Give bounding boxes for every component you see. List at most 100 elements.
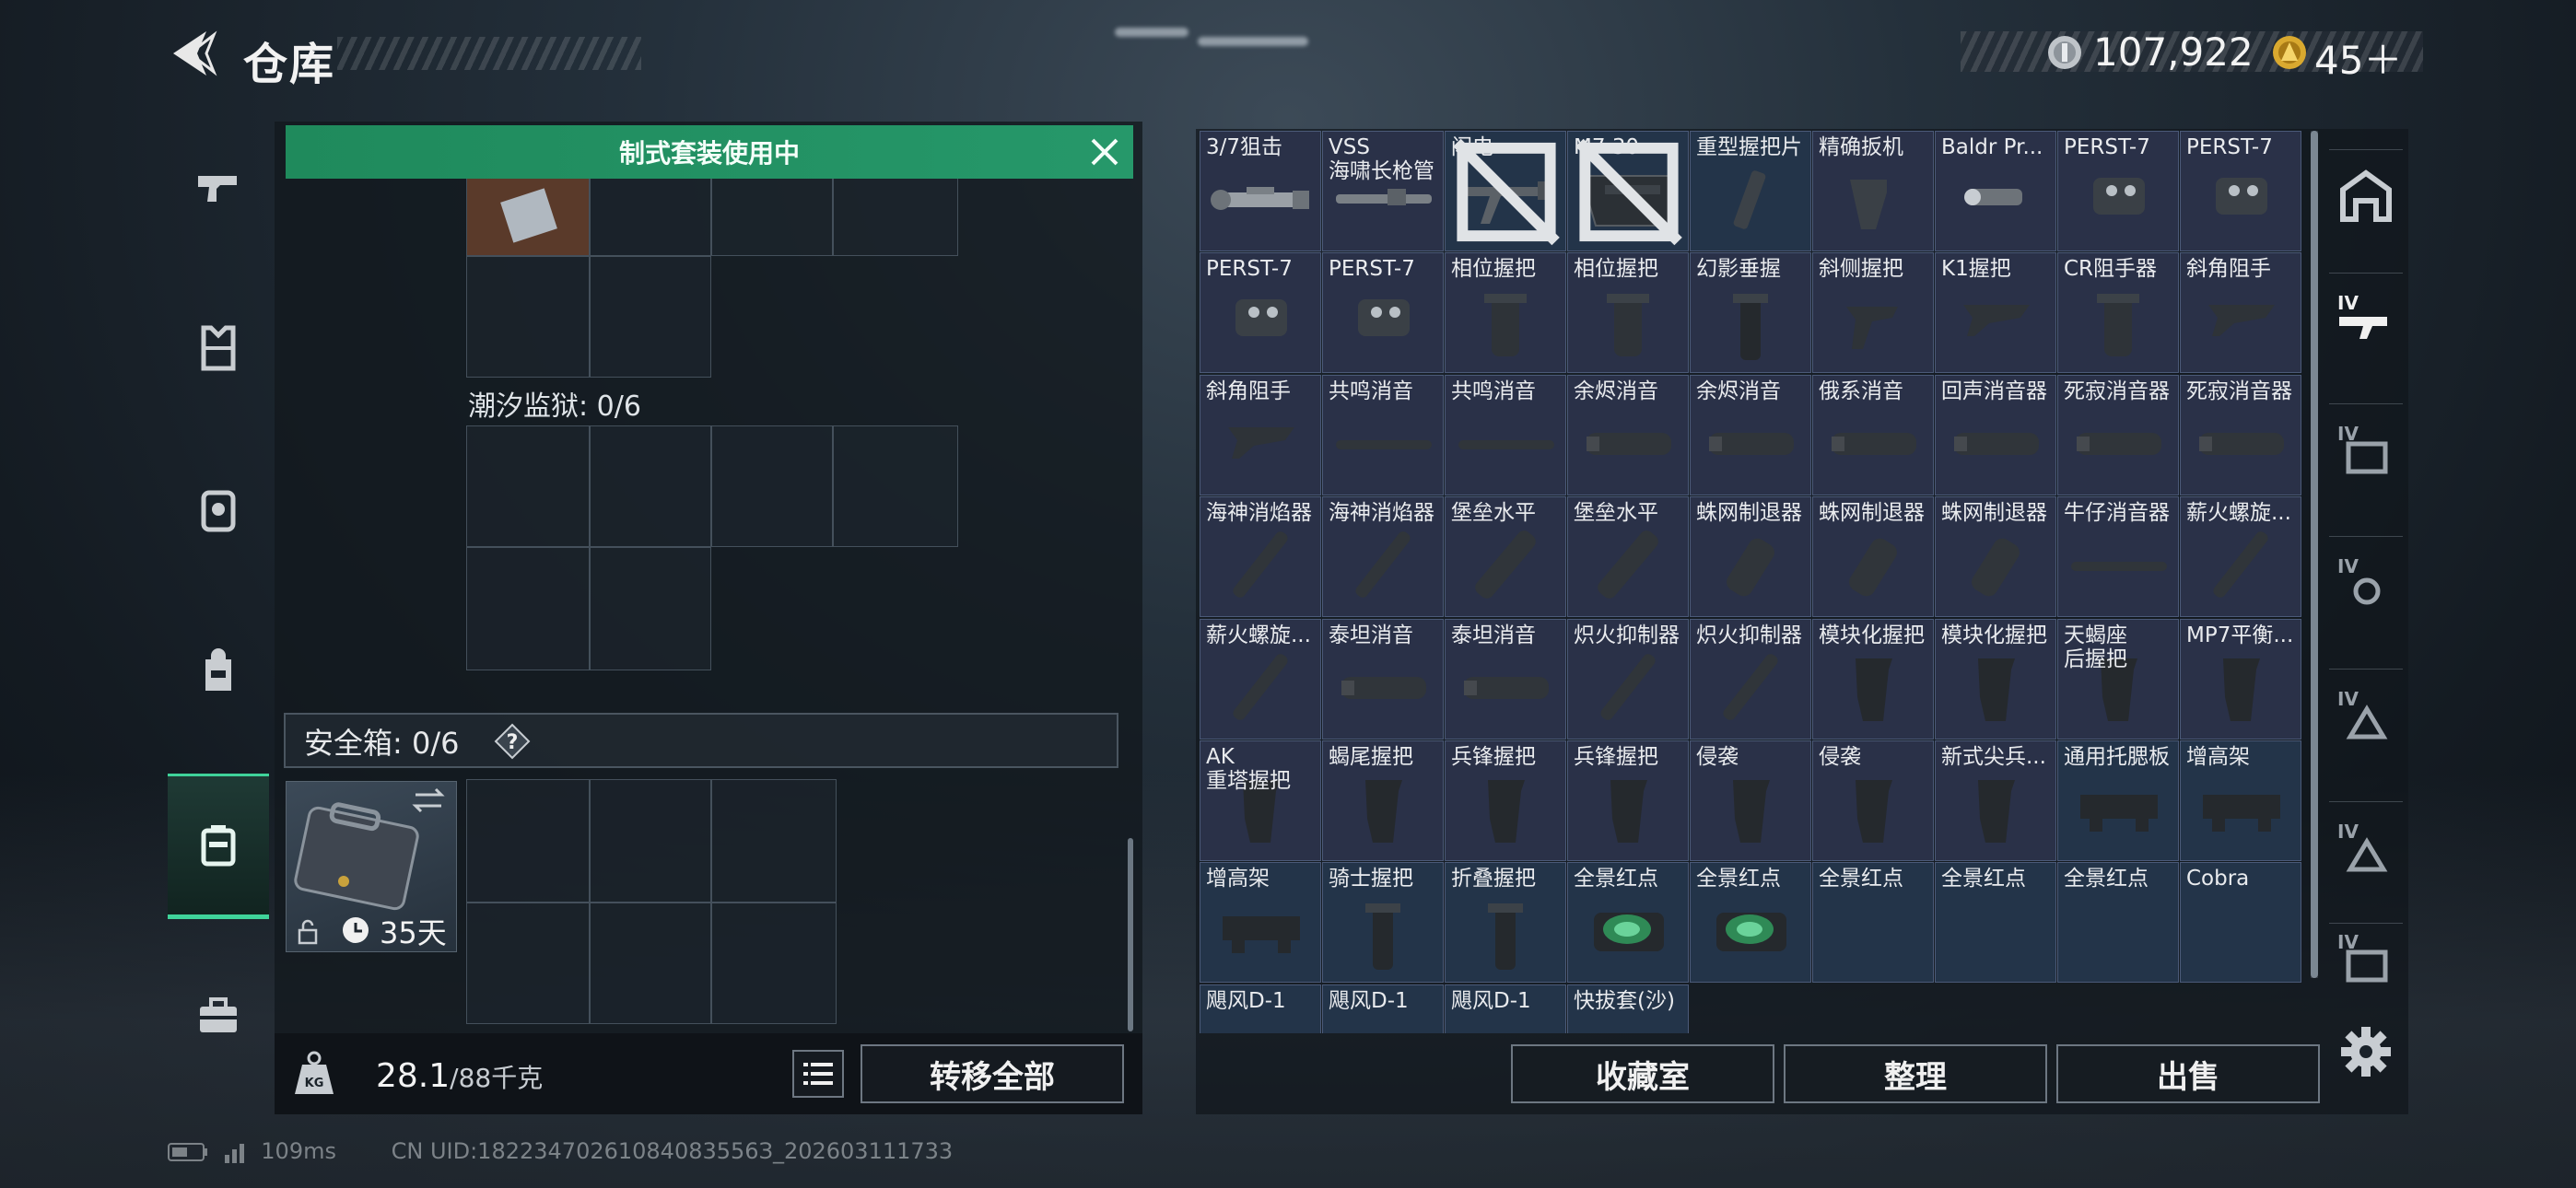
stash-item[interactable]: K1握把: [1935, 252, 2056, 374]
inventory-slot[interactable]: [590, 547, 711, 670]
stash-item[interactable]: 蛛网制退器: [1690, 496, 1811, 618]
stash-item[interactable]: 3/7狙击: [1200, 131, 1321, 251]
stash-tab-5[interactable]: IV: [2329, 669, 2403, 762]
stash-item[interactable]: 全景红点: [2057, 862, 2179, 984]
stash-item[interactable]: 全景红点: [1935, 862, 2056, 984]
stash-item[interactable]: 蛛网制退器: [1935, 496, 2056, 618]
stash-item[interactable]: 飓风D-1: [1322, 984, 1444, 1033]
stash-item[interactable]: 斜角阻手: [1200, 374, 1321, 495]
stash-item[interactable]: MP7平衡...: [2180, 618, 2301, 740]
stash-item[interactable]: 余烬消音: [1567, 374, 1689, 495]
stash-item[interactable]: PERST-7: [2180, 131, 2301, 251]
stash-tab-6[interactable]: IV: [2329, 801, 2403, 894]
stash-item[interactable]: 全景红点: [1567, 862, 1689, 984]
stash-item[interactable]: 斜角阻手: [2180, 252, 2301, 374]
stash-item[interactable]: 增高架: [1200, 862, 1321, 984]
stash-tab-7[interactable]: IV: [2329, 923, 2403, 994]
stash-item[interactable]: 堡垒水平: [1445, 496, 1566, 618]
stash-item[interactable]: 模块化握把: [1935, 618, 2056, 740]
stash-item[interactable]: 相位握把: [1445, 252, 1566, 374]
transfer-all-button[interactable]: 转移全部: [861, 1044, 1124, 1103]
stash-item[interactable]: 相位握把: [1567, 252, 1689, 374]
stash-item[interactable]: 蝎尾握把: [1322, 740, 1444, 861]
stash-item[interactable]: 薪火螺旋...: [1200, 618, 1321, 740]
stash-item[interactable]: 炽火抑制器: [1690, 618, 1811, 740]
stash-item[interactable]: 兵锋握把: [1567, 740, 1689, 861]
inventory-slot[interactable]: [590, 256, 711, 378]
stash-item[interactable]: 兵锋握把: [1445, 740, 1566, 861]
inventory-slot[interactable]: [466, 256, 590, 378]
stash-item[interactable]: 薪火螺旋...: [2180, 496, 2301, 618]
stash-scrollbar[interactable]: [2311, 131, 2318, 978]
stash-item[interactable]: 海神消焰器: [1322, 496, 1444, 618]
stash-item[interactable]: 精确扳机: [1812, 131, 1934, 251]
stash-item[interactable]: 幻影垂握: [1690, 252, 1811, 374]
help-icon[interactable]: ?: [494, 723, 531, 760]
stash-item[interactable]: 通用托腮板: [2057, 740, 2179, 861]
stash-item[interactable]: PERST-7: [1200, 252, 1321, 374]
stash-item[interactable]: 全景红点: [1690, 862, 1811, 984]
loadout-scrollbar[interactable]: [1128, 838, 1133, 1031]
stash-item[interactable]: 折叠握把: [1445, 862, 1566, 984]
stash-tab-3[interactable]: IV: [2329, 403, 2403, 496]
inventory-slot[interactable]: [466, 547, 590, 670]
stash-item[interactable]: Cobra: [2180, 862, 2301, 984]
inventory-slot[interactable]: [833, 425, 958, 547]
stash-item[interactable]: Baldr Pr...: [1935, 131, 2056, 251]
stash-item[interactable]: AK 重塔握把: [1200, 740, 1321, 861]
stash-tab-4[interactable]: IV: [2329, 536, 2403, 629]
stash-item[interactable]: 回声消音器: [1935, 374, 2056, 495]
stash-item[interactable]: M7 30: [1567, 131, 1689, 251]
stash-tab-attachments[interactable]: IV: [2329, 273, 2403, 366]
stash-item[interactable]: 侵袭: [1690, 740, 1811, 861]
stash-item[interactable]: 牛仔消音器: [2057, 496, 2179, 618]
close-icon[interactable]: [1087, 134, 1122, 169]
stash-item[interactable]: 死寂消音器: [2180, 374, 2301, 495]
sidebar-item-toolbox[interactable]: [168, 947, 269, 1085]
collection-room-button[interactable]: 收藏室: [1511, 1044, 1774, 1103]
stash-item[interactable]: 共鸣消音: [1445, 374, 1566, 495]
stash-item[interactable]: 泰坦消音: [1445, 618, 1566, 740]
stash-item[interactable]: 增高架: [2180, 740, 2301, 861]
safe-slot[interactable]: [590, 779, 711, 903]
stash-item[interactable]: PERST-7: [1322, 252, 1444, 374]
stash-item[interactable]: 炽火抑制器: [1567, 618, 1689, 740]
sidebar-item-vest[interactable]: [168, 279, 269, 417]
stash-item[interactable]: 蛛网制退器: [1812, 496, 1934, 618]
stash-item[interactable]: 堡垒水平: [1567, 496, 1689, 618]
stash-item[interactable]: 泰坦消音: [1322, 618, 1444, 740]
stash-item[interactable]: 侵袭: [1812, 740, 1934, 861]
stash-item[interactable]: 死寂消音器: [2057, 374, 2179, 495]
stash-item[interactable]: 斜侧握把: [1812, 252, 1934, 374]
sidebar-item-backpack[interactable]: [168, 601, 269, 740]
list-view-button[interactable]: [792, 1050, 844, 1098]
sidebar-item-weapons[interactable]: [168, 118, 269, 256]
stash-item[interactable]: 飓风D-1: [1200, 984, 1321, 1033]
stash-item[interactable]: 骑士握把: [1322, 862, 1444, 984]
organize-button[interactable]: 整理: [1784, 1044, 2047, 1103]
stash-item[interactable]: 新式尖兵...: [1935, 740, 2056, 861]
stash-tab-home[interactable]: [2329, 149, 2403, 242]
safe-slot[interactable]: [466, 903, 590, 1024]
sell-button[interactable]: 出售: [2056, 1044, 2320, 1103]
stash-item[interactable]: 重型握把片: [1690, 131, 1811, 251]
stash-item[interactable]: PERST-7: [2057, 131, 2179, 251]
stash-item[interactable]: 全景红点: [1812, 862, 1934, 984]
sidebar-item-case[interactable]: [168, 774, 269, 919]
stash-item[interactable]: 余烬消音: [1690, 374, 1811, 495]
inventory-slot[interactable]: [711, 425, 833, 547]
safe-slot[interactable]: [590, 903, 711, 1024]
settings-gear-icon[interactable]: [2338, 1024, 2394, 1079]
stash-item[interactable]: 共鸣消音: [1322, 374, 1444, 495]
stash-item[interactable]: 俄系消音: [1812, 374, 1934, 495]
back-arrow-icon[interactable]: [166, 26, 221, 81]
stash-item[interactable]: CR阻手器: [2057, 252, 2179, 374]
inventory-slot[interactable]: [590, 425, 711, 547]
stash-item[interactable]: 飓风D-1: [1445, 984, 1566, 1033]
safe-slot[interactable]: [711, 903, 837, 1024]
safe-slot[interactable]: [711, 779, 837, 903]
safe-slot[interactable]: [466, 779, 590, 903]
inventory-slot[interactable]: [466, 425, 590, 547]
stash-item[interactable]: VSS 海啸长枪管: [1322, 131, 1444, 251]
stash-item[interactable]: 闪电: [1445, 131, 1566, 251]
